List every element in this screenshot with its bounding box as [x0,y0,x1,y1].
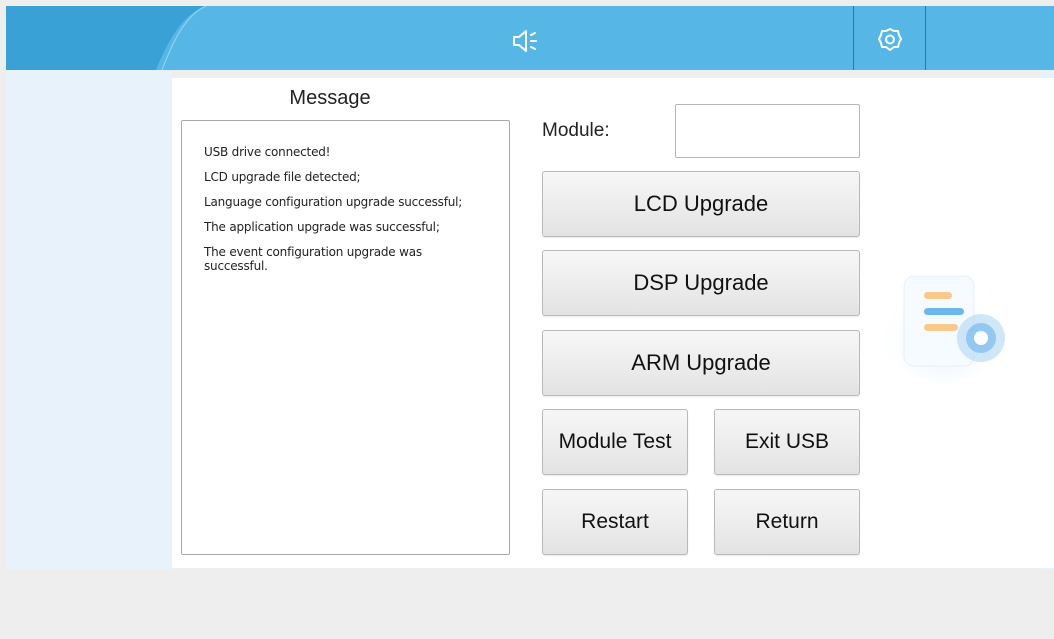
message-line: USB drive connected! [204,145,331,159]
message-line: LCD upgrade file detected; [204,170,361,184]
message-title: Message [289,87,371,109]
module-input[interactable] [675,104,860,158]
top-bar [6,6,1054,70]
module-test-button[interactable]: Module Test [542,409,688,475]
restart-button[interactable]: Restart [542,489,688,555]
dsp-upgrade-button[interactable]: DSP Upgrade [542,250,860,316]
arm-upgrade-button[interactable]: ARM Upgrade [542,330,860,396]
module-label: Module: [542,120,610,141]
lcd-upgrade-button[interactable]: LCD Upgrade [542,171,860,237]
message-line: Language configuration upgrade successfu… [204,195,463,209]
header-divider [853,6,854,70]
message-line: The event configuration upgrade was succ… [204,245,422,273]
gear-icon[interactable] [876,26,904,54]
header-wave-decoration [6,6,206,70]
message-line: The application upgrade was successful; [204,220,440,234]
left-panel-background [6,70,172,570]
header-divider [925,6,926,70]
return-button[interactable]: Return [714,489,860,555]
exit-usb-button[interactable]: Exit USB [714,409,860,475]
speaker-icon[interactable] [511,28,547,54]
document-settings-icon [881,275,1005,384]
message-log: USB drive connected! LCD upgrade file de… [181,120,510,555]
